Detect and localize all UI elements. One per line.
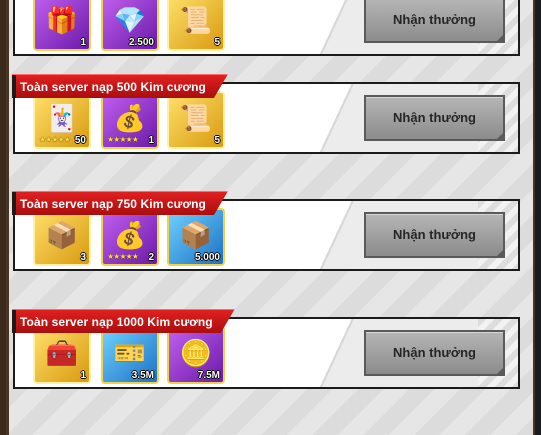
reward-item[interactable]: 💰 ★★★★★ 2 <box>101 208 159 266</box>
exp-ticket-icon: 🎫 <box>113 337 147 368</box>
crate-icon: 🎁 <box>45 4 79 35</box>
star-rating: ★★★★★ <box>107 252 139 261</box>
reward-item[interactable]: 📦 5.000 <box>167 208 225 266</box>
item-count: 2.500 <box>128 37 154 48</box>
reward-row: 🎁 1 💎 2.500 📜 5 Nhận thưởng <box>13 0 520 56</box>
reward-item[interactable]: 📦 3 <box>33 208 91 266</box>
item-count: 50 <box>74 135 86 146</box>
item-count: 1 <box>80 370 86 381</box>
item-count: 5 <box>214 37 220 48</box>
chest-icon: 🧰 <box>45 337 79 368</box>
reward-item[interactable]: 🎫 3.5M <box>101 326 159 384</box>
item-count: 7.5M <box>197 370 220 381</box>
cards-icon: 🃏 <box>45 102 79 133</box>
wanted-poster-icon: 📜 <box>179 102 213 133</box>
coin-icon: 🪙 <box>179 337 213 368</box>
reward-item[interactable]: 💎 2.500 <box>101 0 159 51</box>
item-count: 1 <box>148 135 154 146</box>
row-title: Toàn server nạp 500 Kim cương <box>12 74 228 98</box>
reward-item[interactable]: 📜 5 <box>167 91 225 149</box>
treasure-chest-icon: 💰 <box>113 219 147 250</box>
reward-item[interactable]: 🎁 1 <box>33 0 91 51</box>
star-rating: ★★★★★ <box>107 135 139 144</box>
claim-reward-button[interactable]: Nhận thưởng <box>364 212 505 258</box>
claim-reward-button[interactable]: Nhận thưởng <box>364 330 505 376</box>
reward-item[interactable]: 🃏 ★★★★★ 50 <box>33 91 91 149</box>
treasure-chest-icon: 💰 <box>113 102 147 133</box>
green-box-icon: 📦 <box>45 219 79 250</box>
reward-item[interactable]: 🧰 1 <box>33 326 91 384</box>
item-count: 2 <box>148 252 154 263</box>
wooden-crate-icon: 📦 <box>179 219 213 250</box>
claim-reward-button[interactable]: Nhận thưởng <box>364 95 505 141</box>
item-count: 5 <box>214 135 220 146</box>
scroll-edge <box>535 0 541 435</box>
reward-item[interactable]: 💰 ★★★★★ 1 <box>101 91 159 149</box>
reward-item[interactable]: 📜 5 <box>167 0 225 51</box>
row-title: Toàn server nạp 1000 Kim cương <box>12 309 235 333</box>
item-count: 3 <box>80 252 86 263</box>
wanted-poster-icon: 📜 <box>179 4 213 35</box>
claim-reward-button[interactable]: Nhận thưởng <box>364 0 505 43</box>
star-rating: ★★★★★ <box>39 135 71 144</box>
item-count: 3.5M <box>131 370 154 381</box>
reward-item[interactable]: 🪙 7.5M <box>167 326 225 384</box>
item-count: 1 <box>80 37 86 48</box>
row-title: Toàn server nạp 750 Kim cương <box>12 191 228 215</box>
item-count: 5.000 <box>194 252 220 263</box>
gem-icon: 💎 <box>113 4 147 35</box>
